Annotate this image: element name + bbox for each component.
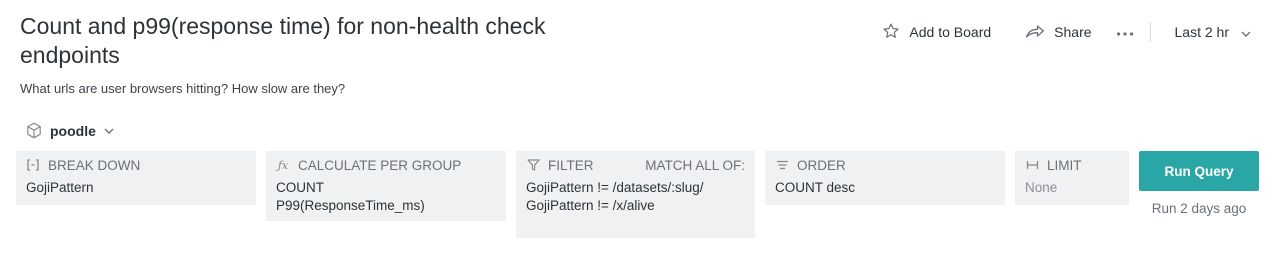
calculate-label: CALCULATE PER GROUP: [298, 157, 462, 173]
chevron-down-icon: [1241, 24, 1251, 40]
add-to-board-button[interactable]: Add to Board: [882, 22, 991, 43]
time-range-dropdown[interactable]: Last 2 hr: [1175, 24, 1251, 40]
share-arrow-icon: [1025, 22, 1045, 43]
dataset-selector[interactable]: poodle: [26, 122, 114, 139]
limit-value: None: [1025, 180, 1058, 195]
last-run-status: Run 2 days ago: [1151, 201, 1247, 216]
time-range-label: Last 2 hr: [1174, 24, 1229, 40]
dataset-cube-icon: [26, 122, 42, 139]
sort-lines-icon: [775, 160, 789, 170]
toolbar-divider: [1149, 22, 1151, 42]
limit-label: LIMIT: [1047, 157, 1082, 173]
chevron-down-icon: [104, 128, 114, 134]
function-icon: ƒx: [277, 158, 289, 172]
star-icon: [882, 22, 900, 43]
ellipsis-icon: [1116, 24, 1134, 40]
filter-value: GojiPattern != /datasets/:slug/: [526, 180, 704, 195]
limit-bracket-icon: [1025, 160, 1039, 170]
dataset-name: poodle: [50, 122, 96, 139]
break-down-label: BREAK DOWN: [48, 157, 141, 173]
limit-clause[interactable]: LIMIT None: [1015, 151, 1129, 205]
filter-funnel-icon: [526, 159, 540, 171]
run-query-button[interactable]: Run Query: [1139, 151, 1259, 191]
share-button[interactable]: Share: [1025, 22, 1092, 43]
break-down-clause[interactable]: BREAK DOWN GojiPattern: [16, 151, 256, 205]
order-label: ORDER: [797, 157, 846, 173]
calculate-value: COUNT: [276, 180, 324, 195]
filter-clause[interactable]: FILTER MATCH ALL OF: GojiPattern != /dat…: [516, 151, 755, 238]
order-value: COUNT desc: [775, 180, 856, 195]
break-down-value: GojiPattern: [26, 180, 94, 195]
calculate-clause[interactable]: ƒx CALCULATE PER GROUP COUNT P99(Respons…: [266, 151, 506, 221]
share-label: Share: [1054, 24, 1092, 40]
filter-label: FILTER: [548, 157, 594, 173]
order-clause[interactable]: ORDER COUNT desc: [765, 151, 1005, 205]
calculate-value: P99(ResponseTime_ms): [276, 198, 425, 213]
group-brackets-icon: [26, 159, 40, 171]
filter-value: GojiPattern != /x/alive: [526, 198, 655, 213]
top-toolbar: Add to Board Share Last 2 hr: [882, 21, 1251, 43]
page-description: What urls are user browsers hitting? How…: [20, 81, 346, 96]
add-to-board-label: Add to Board: [909, 24, 992, 40]
match-all-toggle[interactable]: MATCH ALL OF:: [645, 158, 745, 173]
page-title: Count and p99(response time) for non-hea…: [20, 13, 546, 68]
more-options-button[interactable]: [1116, 24, 1134, 40]
